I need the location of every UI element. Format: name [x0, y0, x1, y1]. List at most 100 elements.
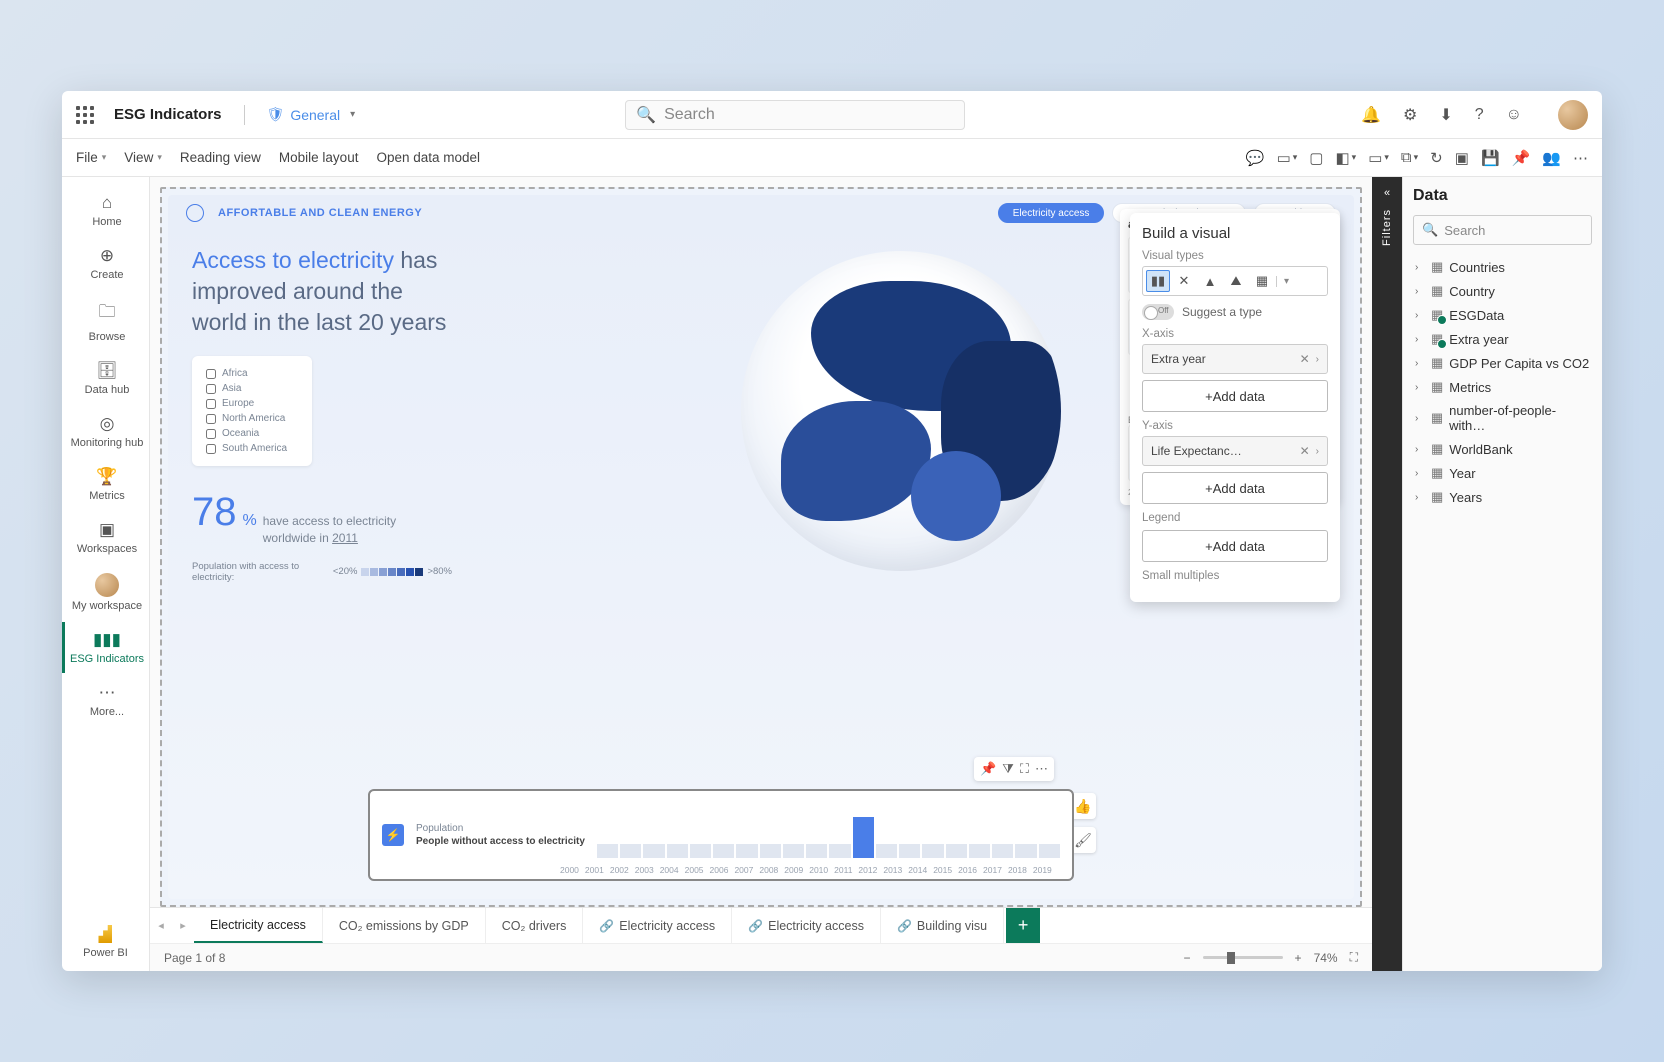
chevron-right-icon[interactable]: › [1316, 354, 1319, 365]
legend-oceania[interactable]: Oceania [206, 426, 298, 441]
legend-europe[interactable]: Europe [206, 396, 298, 411]
tab-next[interactable]: ▸ [172, 908, 194, 943]
menu-mobile[interactable]: Mobile layout [279, 150, 359, 165]
add-x-data-button[interactable]: +Add data [1142, 380, 1328, 412]
legend-sa[interactable]: South America [206, 441, 298, 456]
x-axis-label: X-axis [1142, 328, 1328, 340]
table-country[interactable]: ›▦Country [1413, 279, 1592, 303]
help-icon[interactable]: ? [1475, 106, 1484, 124]
more-icon[interactable]: ⋯ [1573, 149, 1588, 167]
menu-view[interactable]: View▾ [124, 150, 162, 165]
rail-esg[interactable]: ▮▮▮ESG Indicators [62, 622, 149, 673]
rail-browse[interactable]: 🗀Browse [62, 291, 149, 351]
table-years[interactable]: ›▦Years [1413, 485, 1592, 509]
zoom-slider[interactable] [1203, 956, 1283, 959]
powerbi-logo-icon [98, 925, 112, 943]
bar-chart-icon[interactable]: ▮▮ [1146, 270, 1170, 292]
remove-field-icon[interactable]: ✕ [1300, 352, 1310, 366]
copy-icon[interactable]: ⧉▾ [1401, 149, 1418, 166]
table-people[interactable]: ›▦number-of-people-with… [1413, 399, 1592, 437]
rail-more[interactable]: ⋯More... [62, 675, 149, 726]
data-pane-title: Data [1413, 187, 1592, 205]
data-search-input[interactable]: 🔍 Search [1413, 215, 1592, 245]
add-y-data-button[interactable]: +Add data [1142, 472, 1328, 504]
teams-icon[interactable]: 👥 [1542, 149, 1561, 167]
tab-5[interactable]: 🔗Electricity access [732, 908, 881, 943]
line-chart-icon[interactable]: ✕ [1172, 270, 1196, 292]
y-axis-field[interactable]: Life Expectanc… ✕ › [1142, 436, 1328, 466]
rail-myworkspace[interactable]: My workspace [62, 565, 149, 620]
legend-na[interactable]: North America [206, 411, 298, 426]
add-page-button[interactable]: + [1006, 908, 1040, 943]
feedback-icon[interactable]: ☺ [1506, 106, 1522, 124]
table-countries[interactable]: ›▦Countries [1413, 255, 1592, 279]
suggest-type-toggle[interactable]: Suggest a type [1142, 304, 1328, 320]
table-extrayear[interactable]: ›▦Extra year [1413, 327, 1592, 351]
small-multiples-label: Small multiples [1142, 570, 1328, 582]
add-legend-data-button[interactable]: +Add data [1142, 530, 1328, 562]
focus-icon[interactable]: ⛶ [1020, 761, 1029, 777]
fit-icon[interactable]: ⛶ [1350, 950, 1358, 965]
download-icon[interactable]: ⬇ [1439, 105, 1452, 125]
tab-prev[interactable]: ◂ [150, 908, 172, 943]
table-icon: ▦ [1431, 259, 1443, 275]
rail-home[interactable]: ⌂Home [62, 185, 149, 236]
report-canvas[interactable]: AFFORTABLE AND CLEAN ENERGY Electricity … [160, 187, 1362, 907]
tab-4[interactable]: 🔗Electricity access [583, 908, 732, 943]
tab-3[interactable]: CO₂ drivers [486, 908, 584, 943]
remove-field-icon[interactable]: ✕ [1300, 444, 1310, 458]
rail-datahub[interactable]: 🗄Data hub [62, 353, 149, 404]
x-axis-field[interactable]: Extra year ✕ › [1142, 344, 1328, 374]
related-icon[interactable]: ◧▾ [1335, 149, 1356, 167]
combo-chart-icon[interactable]: ⛰ [1224, 270, 1248, 292]
settings-icon[interactable]: ⚙ [1403, 105, 1417, 125]
more-viz-icon[interactable]: ▾ [1276, 276, 1296, 287]
filter-icon[interactable]: ⧩ [1002, 761, 1014, 777]
tab-2[interactable]: CO₂ emissions by GDP [323, 908, 486, 943]
rail-create[interactable]: ⊕Create [62, 238, 149, 289]
bookmark-icon[interactable]: ▭▾ [1277, 149, 1298, 167]
notifications-icon[interactable]: 🔔 [1361, 105, 1381, 125]
avatar-icon [95, 573, 119, 597]
window-icon[interactable]: ▣ [1455, 149, 1469, 167]
view-icon[interactable]: ▢ [1309, 149, 1323, 167]
legend-africa[interactable]: Africa [206, 366, 298, 381]
pin-icon[interactable]: 📌 [1512, 149, 1531, 167]
table-gdp[interactable]: ›▦GDP Per Capita vs CO2 [1413, 351, 1592, 375]
save-icon[interactable]: 💾 [1481, 149, 1500, 167]
toggle-off-icon[interactable] [1142, 304, 1174, 320]
table-metrics[interactable]: ›▦Metrics [1413, 375, 1592, 399]
pin-visual-icon[interactable]: 📌 [980, 761, 996, 777]
zoom-in-icon[interactable]: + [1295, 951, 1302, 965]
tab-6[interactable]: 🔗Building visu [881, 908, 1004, 943]
rail-powerbi[interactable]: Power BI [83, 913, 128, 971]
table-worldbank[interactable]: ›▦WorldBank [1413, 437, 1592, 461]
visual-type-picker[interactable]: ▮▮ ✕ ▲ ⛰ ▦ ▾ [1142, 266, 1328, 296]
tab-1[interactable]: Electricity access [194, 908, 323, 943]
comment-icon[interactable]: 💬 [1246, 149, 1265, 167]
pill-electricity[interactable]: Electricity access [998, 203, 1105, 223]
app-launcher-icon[interactable] [76, 106, 94, 124]
rail-monitoring[interactable]: ◎Monitoring hub [62, 406, 149, 457]
menu-file[interactable]: File▾ [76, 150, 106, 165]
zoom-out-icon[interactable]: − [1184, 951, 1191, 965]
area-chart-icon[interactable]: ▲ [1198, 270, 1222, 292]
menu-datamodel[interactable]: Open data model [376, 150, 480, 165]
more-options-icon[interactable]: ⋯ [1035, 761, 1048, 777]
table-esgdata[interactable]: ›▦ESGData [1413, 303, 1592, 327]
table-icon[interactable]: ▦ [1250, 270, 1274, 292]
user-avatar[interactable] [1558, 100, 1588, 130]
refresh-icon[interactable]: ↻ [1430, 149, 1443, 167]
present-icon[interactable]: ▭▾ [1368, 149, 1389, 167]
rail-metrics[interactable]: 🏆Metrics [62, 459, 149, 510]
menu-reading[interactable]: Reading view [180, 150, 261, 165]
rail-workspaces[interactable]: ▣Workspaces [62, 512, 149, 563]
search-input[interactable]: 🔍 Search [625, 100, 965, 130]
sensitivity-button[interactable]: 🛡 General ▾ [267, 106, 356, 123]
filters-pane-collapsed[interactable]: « Filters [1372, 177, 1402, 971]
chevron-right-icon[interactable]: › [1316, 446, 1319, 457]
selected-visual[interactable]: ⚡ Population People without access to el… [368, 789, 1074, 881]
table-year[interactable]: ›▦Year [1413, 461, 1592, 485]
legend-asia[interactable]: Asia [206, 381, 298, 396]
chevron-left-icon[interactable]: « [1384, 187, 1390, 199]
